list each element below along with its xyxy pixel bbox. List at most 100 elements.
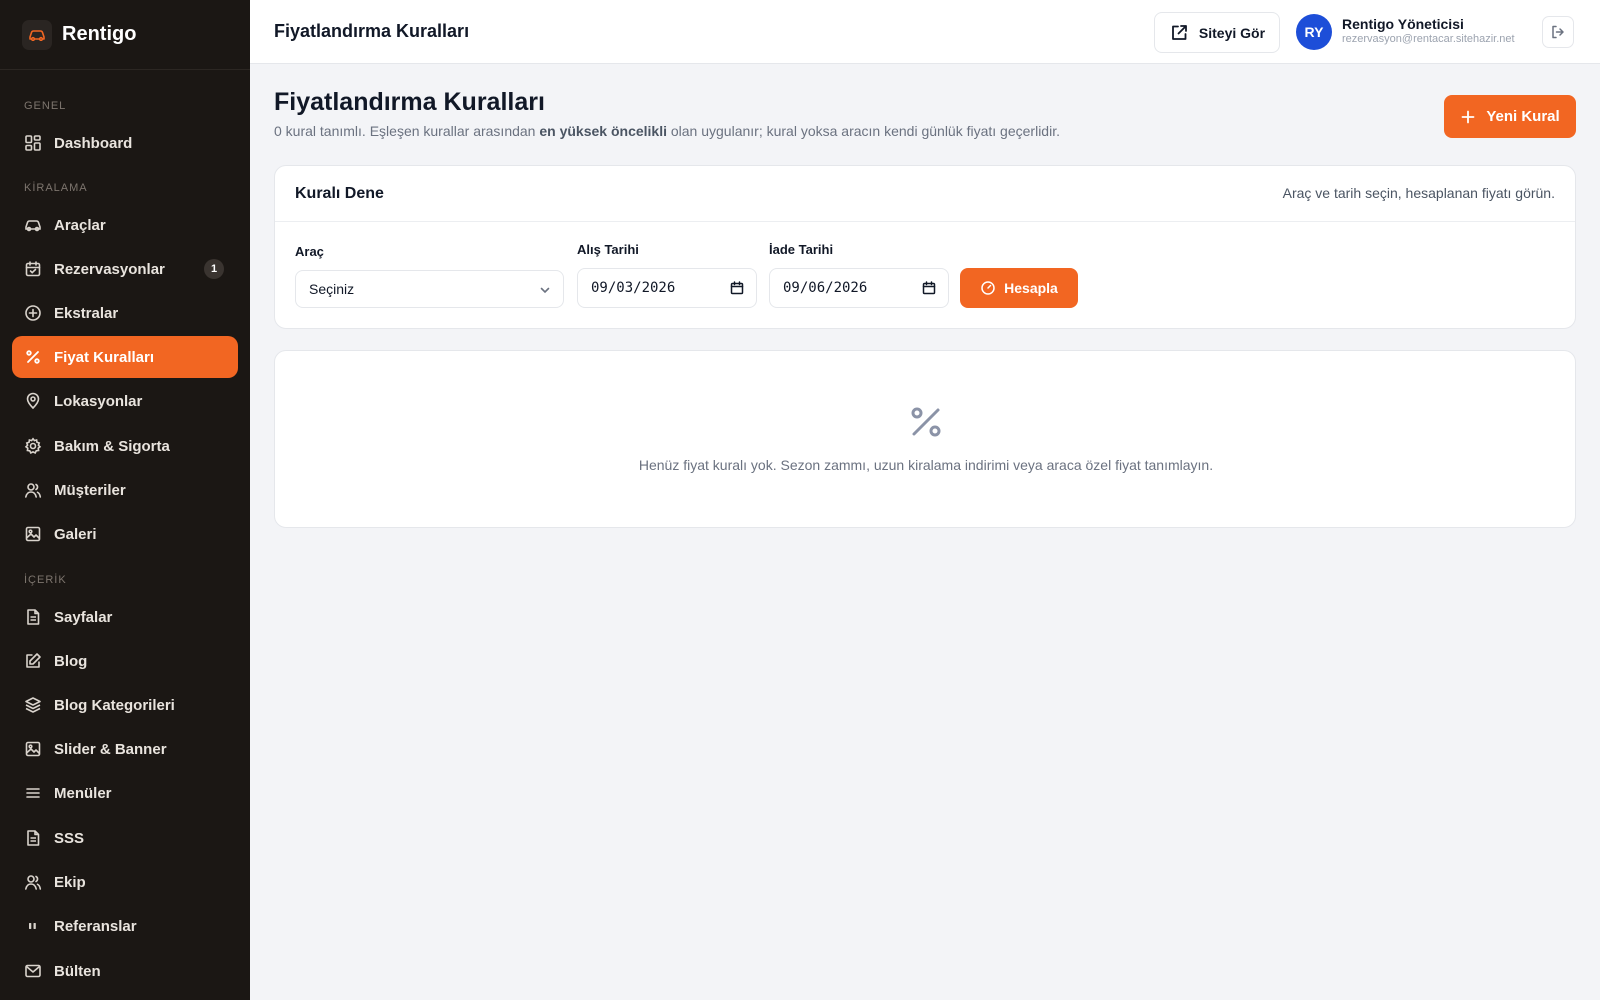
logout-button[interactable] (1542, 16, 1574, 48)
sidebar-item-referanslar[interactable]: Referanslar (12, 905, 238, 947)
gauge-icon (981, 281, 995, 295)
rule-test-card: Kuralı Dene Araç ve tarih seçin, hesapla… (274, 165, 1576, 329)
section-label-icerik: İÇERİK (24, 574, 67, 586)
sidebar-item-label: Ekip (54, 873, 86, 891)
car-icon (22, 19, 52, 50)
sidebar-item-label: Bülten (54, 962, 101, 980)
pickup-date-value: 09/03/2026 (591, 280, 676, 296)
new-rule-button[interactable]: Yeni Kural (1444, 95, 1576, 138)
user-icon (25, 483, 42, 498)
view-site-button[interactable]: Siteyi Gör (1154, 12, 1280, 53)
sidebar-item-label: Blog (54, 652, 88, 670)
user-name: Rentigo Yöneticisi (1342, 16, 1464, 32)
sidebar-item-ekip[interactable]: Ekip (12, 861, 238, 903)
section-label-kiralama: KİRALAMA (24, 182, 88, 194)
calculate-label: Hesapla (1004, 280, 1058, 296)
return-date-label: İade Tarihi (769, 242, 834, 257)
document-icon (27, 830, 40, 846)
quote-icon (29, 923, 36, 929)
view-site-label: Siteyi Gör (1198, 24, 1266, 41)
vehicle-select[interactable]: Seçiniz (295, 270, 564, 308)
sidebar-item-galeri[interactable]: Galeri (12, 513, 238, 555)
mail-icon (25, 964, 41, 978)
page-description: 0 kural tanımlı. Eşleşen kurallar arasın… (274, 123, 1060, 139)
sidebar-item-sayfalar[interactable]: Sayfalar (12, 596, 238, 638)
sidebar-item-menuler[interactable]: Menüler (12, 772, 238, 814)
sidebar-item-ekstralar[interactable]: Ekstralar (12, 292, 238, 334)
sidebar: Rentigo GENEL KİRALAMA İÇERİK Dashboard … (0, 0, 250, 1000)
image-icon (25, 741, 41, 757)
pickup-date-input[interactable]: 09/03/2026 (577, 268, 757, 308)
calendar-icon[interactable] (730, 281, 744, 295)
card-title: Kuralı Dene (295, 185, 384, 202)
sidebar-item-rezervasyonlar[interactable]: Rezervasyonlar 1 (12, 248, 238, 290)
percent-icon (911, 407, 941, 437)
sidebar-item-lokasyonlar[interactable]: Lokasyonlar (12, 380, 238, 422)
card-hint: Araç ve tarih seçin, hesaplanan fiyatı g… (1282, 185, 1555, 201)
edit-icon (26, 653, 41, 668)
desc-prefix: 0 kural tanımlı. Eşleşen kurallar arasın… (274, 123, 540, 139)
sidebar-item-musteriler[interactable]: Müşteriler (12, 469, 238, 511)
sidebar-item-label: Galeri (54, 525, 97, 543)
new-rule-label: Yeni Kural (1486, 108, 1560, 125)
brand[interactable]: Rentigo (0, 0, 250, 70)
external-link-icon (1172, 24, 1187, 40)
sidebar-item-dashboard[interactable]: Dashboard (12, 122, 238, 164)
desc-bold: en yüksek öncelikli (539, 123, 667, 139)
sidebar-item-label: Rezervasyonlar (54, 260, 165, 278)
sidebar-item-fiyat-kurallari[interactable]: Fiyat Kuralları (12, 336, 238, 378)
sidebar-item-label: Blog Kategorileri (54, 696, 175, 714)
sidebar-item-label: Menüler (54, 784, 112, 802)
car-icon (25, 220, 41, 232)
sidebar-item-label: Lokasyonlar (54, 392, 143, 410)
chevron-down-icon (540, 287, 550, 294)
menu-icon (26, 788, 40, 798)
sidebar-item-label: Sayfalar (54, 608, 113, 626)
user-email: rezervasyon@rentacar.sitehazir.net (1342, 33, 1515, 45)
sidebar-item-label: Dashboard (54, 134, 133, 152)
sidebar-item-label: Araçlar (54, 216, 106, 234)
vehicle-select-value: Seçiniz (309, 281, 355, 297)
page-title: Fiyatlandırma Kuralları (274, 88, 545, 116)
layers-icon (25, 697, 41, 713)
return-date-value: 09/06/2026 (783, 280, 868, 296)
sidebar-item-label: Müşteriler (54, 481, 126, 499)
dashboard-icon (25, 135, 41, 151)
calendar-icon (25, 261, 41, 277)
pickup-date-label: Alış Tarihi (577, 242, 639, 257)
sidebar-item-slider-banner[interactable]: Slider & Banner (12, 728, 238, 770)
return-date-input[interactable]: 09/06/2026 (769, 268, 949, 308)
image-icon (25, 526, 41, 542)
sidebar-item-label: Ekstralar (54, 304, 119, 322)
calendar-icon[interactable] (922, 281, 936, 295)
card-header: Kuralı Dene Araç ve tarih seçin, hesapla… (275, 166, 1575, 222)
rules-empty-state: Henüz fiyat kuralı yok. Sezon zammı, uzu… (274, 350, 1576, 528)
sidebar-item-label: Referanslar (54, 917, 137, 935)
sidebar-item-bakim-sigorta[interactable]: Bakım & Sigorta (12, 425, 238, 467)
gear-icon (24, 437, 42, 454)
sidebar-item-label: Bakım & Sigorta (54, 437, 170, 455)
calculate-button[interactable]: Hesapla (960, 268, 1078, 308)
vehicle-label: Araç (295, 244, 324, 259)
sidebar-item-araclar[interactable]: Araçlar (12, 204, 238, 246)
users-icon (25, 875, 42, 890)
document-icon (27, 609, 40, 625)
avatar[interactable]: RY (1296, 14, 1332, 50)
reservations-count-badge: 1 (204, 259, 224, 279)
sidebar-item-sss[interactable]: SSS (12, 817, 238, 859)
topbar-title: Fiyatlandırma Kuralları (274, 21, 470, 41)
plus-circle-icon (25, 305, 41, 321)
percent-icon (26, 350, 40, 364)
desc-suffix: olan uygulanır; kural yoksa aracın kendi… (666, 123, 1060, 139)
brand-name: Rentigo (62, 23, 137, 45)
topbar: Fiyatlandırma Kuralları Siteyi Gör RY Re… (250, 0, 1600, 64)
sidebar-item-label: SSS (54, 829, 85, 847)
sidebar-item-label: Fiyat Kuralları (54, 348, 155, 366)
sidebar-item-blog-kategorileri[interactable]: Blog Kategorileri (12, 684, 238, 726)
sidebar-item-blog[interactable]: Blog (12, 640, 238, 682)
sidebar-item-label: Slider & Banner (54, 740, 167, 758)
map-pin-icon (26, 392, 40, 410)
section-label-genel: GENEL (24, 100, 67, 112)
sidebar-item-bulten[interactable]: Bülten (12, 950, 238, 992)
logout-icon (1552, 25, 1564, 39)
